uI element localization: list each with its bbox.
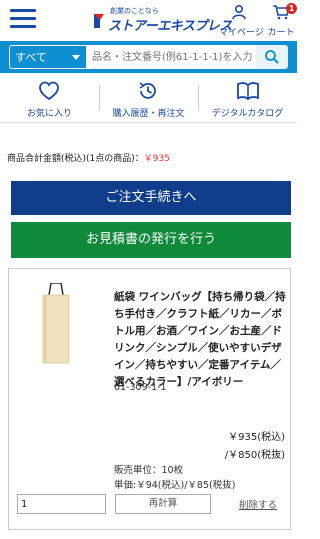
issue-quote-button[interactable]: お見積書の発行を行う xyxy=(11,222,291,258)
shortcut-history[interactable]: 購入履歴・再注文 xyxy=(99,73,198,123)
recalculate-button[interactable]: 再計算 xyxy=(115,494,211,514)
cart-button[interactable]: 1 カート xyxy=(266,3,297,38)
chevron-down-icon xyxy=(72,55,80,60)
history-icon xyxy=(139,82,156,99)
search-button[interactable] xyxy=(256,45,288,69)
price-without-tax: /￥850(税抜) xyxy=(224,450,285,461)
order-total-price: ￥935 xyxy=(143,154,170,164)
logo-text: ストアーエキスプレス xyxy=(108,19,232,34)
sales-unit: 販売単位：10枚 xyxy=(114,465,184,476)
price-with-tax: ￥935(税込) xyxy=(228,432,285,443)
proceed-checkout-button[interactable]: ご注文手続きへ xyxy=(11,181,291,215)
shortcut-catalog[interactable]: デジタルカタログ xyxy=(198,73,297,123)
search-icon xyxy=(265,50,279,64)
user-icon xyxy=(232,4,246,20)
heart-icon xyxy=(39,81,59,101)
delete-item-link[interactable]: 削除する xyxy=(239,497,277,511)
search-category-value: すべて xyxy=(15,51,47,64)
mypage-button[interactable]: マイページ xyxy=(219,4,264,38)
site-logo[interactable]: 創業のことなら ストアーエキスプレス xyxy=(88,6,232,34)
book-icon xyxy=(237,82,259,101)
logo-mark-icon xyxy=(94,14,104,28)
search-input[interactable] xyxy=(86,45,256,69)
shortcut-history-label: 購入履歴・再注文 xyxy=(112,109,185,119)
shortcut-nav: お気に入り 購入履歴・再注文 デジタルカタログ xyxy=(0,73,297,123)
order-total-label: 商品合計金額(税込)(1点の商品)： xyxy=(7,154,144,164)
site-header: 創業のことなら ストアーエキスプレス マイページ 1 カート xyxy=(0,0,297,40)
product-image[interactable] xyxy=(39,283,73,365)
search-bar: すべて xyxy=(0,41,297,73)
shortcut-favorites[interactable]: お気に入り xyxy=(0,73,99,123)
shortcut-favorites-label: お気に入り xyxy=(26,109,72,119)
mypage-label: マイページ xyxy=(219,28,264,38)
order-total: 商品合計金額(税込)(1点の商品)：￥935 xyxy=(7,151,170,164)
unit-price: 単価:￥94(税込)/￥85(税抜) xyxy=(114,480,236,491)
menu-icon[interactable] xyxy=(10,9,36,29)
cart-count-badge: 1 xyxy=(286,3,297,14)
cart-item: 紙袋 ワインバッグ【持ち帰り袋／持ち手付き／クラフト紙／リカー／ボトル用／お酒／… xyxy=(8,268,291,530)
quantity-field[interactable] xyxy=(17,494,106,514)
shortcut-catalog-label: デジタルカタログ xyxy=(211,109,284,119)
product-code: 61-309-1-1 xyxy=(114,382,167,393)
cart-label: カート xyxy=(267,28,295,38)
product-name[interactable]: 紙袋 ワインバッグ【持ち帰り袋／持ち手付き／クラフト紙／リカー／ボトル用／お酒／… xyxy=(114,289,289,391)
search-category-select[interactable]: すべて xyxy=(9,45,86,69)
